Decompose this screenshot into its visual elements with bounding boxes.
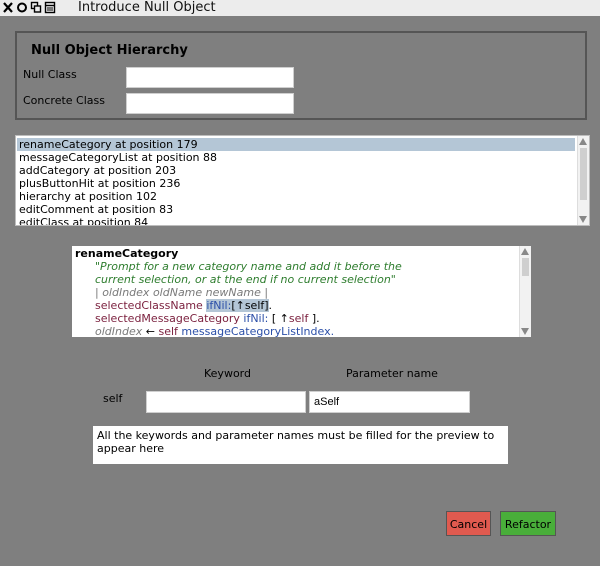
concrete-class-label: Concrete Class: [23, 94, 105, 107]
message: selectedMessageCategory: [95, 312, 240, 325]
cancel-button[interactable]: Cancel: [446, 511, 491, 536]
list-item[interactable]: editComment at position 83: [17, 203, 575, 216]
block-highlight: [↑self]: [231, 299, 269, 312]
list-item-selected[interactable]: renameCategory at position 179: [17, 138, 575, 151]
scroll-up-icon[interactable]: [579, 138, 587, 145]
keyword: ifNil:: [243, 312, 269, 325]
block-open: [ ↑: [271, 312, 289, 325]
code-line: selectedMessageCategory ifNil: [ ↑self ]…: [75, 312, 515, 325]
code-lines: renameCategory "Prompt for a new categor…: [75, 247, 515, 337]
scroll-down-icon[interactable]: [579, 216, 587, 223]
scroll-thumb[interactable]: [522, 258, 529, 276]
code-preview[interactable]: renameCategory "Prompt for a new categor…: [72, 246, 531, 337]
references-scrollbar[interactable]: [577, 136, 589, 225]
null-class-label: Null Class: [23, 68, 77, 81]
scroll-up-icon[interactable]: [521, 248, 529, 255]
keyword-header: Keyword: [204, 367, 251, 380]
parameter-row-label: self: [103, 392, 123, 405]
collapse-icon[interactable]: [30, 1, 42, 14]
code-line: selectedClassName ifNil:[↑self].: [75, 299, 515, 312]
list-item[interactable]: editClass at position 84: [17, 216, 575, 225]
window-controls: [2, 1, 56, 15]
method-comment: current selection, or at the end if no c…: [95, 273, 396, 286]
preview-message: All the keywords and parameter names mus…: [93, 426, 508, 464]
assignment: ←: [142, 325, 159, 337]
block-close: ].: [308, 312, 320, 325]
references-list-items: renameCategory at position 179 messageCa…: [17, 138, 575, 225]
list-item[interactable]: plusButtonHit at position 236: [17, 177, 575, 190]
self-keyword: self: [288, 312, 309, 325]
parameter-name-input[interactable]: [309, 391, 470, 413]
temporaries: | oldIndex oldName newName |: [95, 286, 269, 299]
variable: oldIndex: [95, 325, 143, 337]
scroll-thumb[interactable]: [580, 148, 587, 200]
parameter-header: Parameter name: [346, 367, 438, 380]
keyword-input[interactable]: [146, 391, 306, 413]
expand-icon[interactable]: [44, 1, 56, 14]
method-name: renameCategory: [75, 247, 179, 260]
punctuation: .: [268, 299, 273, 312]
code-scrollbar[interactable]: [519, 246, 531, 337]
group-title: Null Object Hierarchy: [31, 43, 188, 58]
list-item[interactable]: addCategory at position 203: [17, 164, 575, 177]
references-list[interactable]: renameCategory at position 179 messageCa…: [15, 135, 590, 226]
self-keyword: self: [158, 325, 178, 337]
keyword-highlight: ifNil:: [206, 299, 232, 312]
window-title: Introduce Null Object: [78, 0, 216, 15]
list-item[interactable]: hierarchy at position 102: [17, 190, 575, 203]
close-icon[interactable]: [2, 1, 14, 14]
method-comment: "Prompt for a new category name and add …: [95, 260, 402, 273]
refactor-button[interactable]: Refactor: [500, 511, 556, 536]
title-bar: Introduce Null Object: [0, 0, 600, 16]
concrete-class-input[interactable]: [126, 93, 294, 114]
list-item[interactable]: messageCategoryList at position 88: [17, 151, 575, 164]
scroll-down-icon[interactable]: [521, 328, 529, 335]
null-class-input[interactable]: [126, 67, 294, 88]
menu-icon[interactable]: [16, 1, 28, 14]
code-line: oldIndex ← self messageCategoryListIndex…: [75, 325, 515, 337]
message: messageCategoryListIndex.: [177, 325, 335, 337]
message: selectedClassName: [95, 299, 203, 312]
